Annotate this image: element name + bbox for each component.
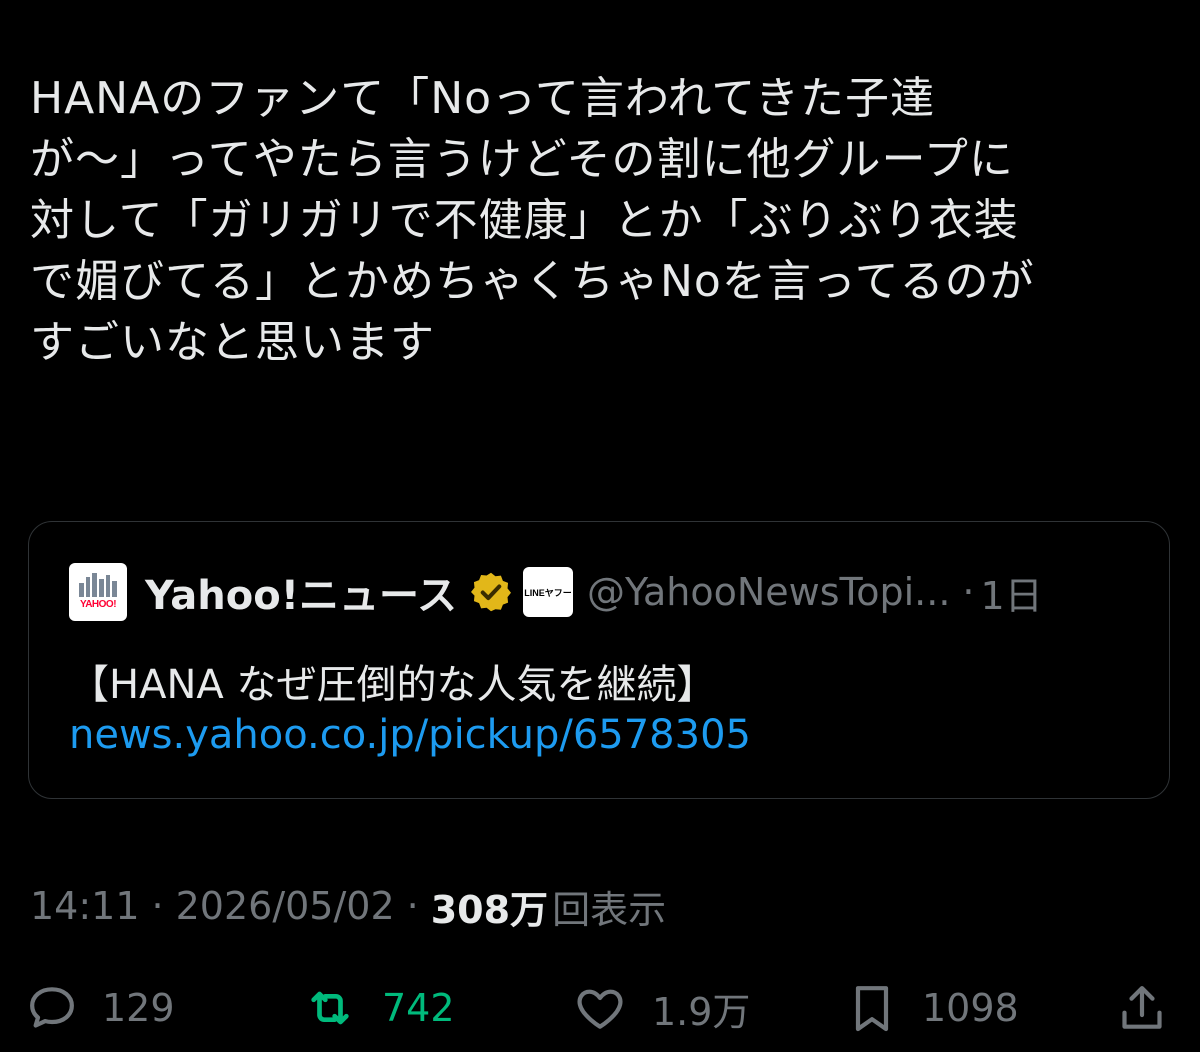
bookmark-icon — [855, 986, 889, 1032]
tweet-text-line: すごいなと思います — [30, 317, 435, 368]
quote-display-name[interactable]: Yahoo!ニュース — [145, 563, 457, 621]
retweet-count: 742 — [382, 986, 455, 1030]
avatar-logo-text: YAHOO! — [79, 599, 117, 610]
tweet-text-line: で媚びてる」とかめちゃくちゃNoを言ってるのが — [30, 256, 1035, 307]
quote-tweet-card[interactable]: YAHOO! Yahoo!ニュース LINEヤフー @YahooNewsTopi… — [28, 521, 1170, 799]
tweet-text: HANAのファンて「Noって言われてきた子達 が〜」ってやたら言うけどその割に他… — [30, 68, 1160, 373]
like-button[interactable]: 1.9万 — [570, 975, 750, 1041]
share-button[interactable] — [1114, 975, 1170, 1041]
separator-dot: · — [151, 884, 164, 928]
views-label: 回表示 — [552, 887, 667, 932]
reply-button[interactable]: 129 — [24, 975, 175, 1041]
action-bar: 129 742 1.9万 1098 — [24, 975, 1174, 1041]
verified-badge-icon — [470, 572, 511, 612]
avatar-graphic — [79, 573, 118, 597]
quote-title: 【HANA なぜ圧倒的な人気を継続】 — [69, 662, 717, 708]
affiliate-badge[interactable]: LINEヤフー — [522, 567, 573, 617]
bookmark-button[interactable]: 1098 — [844, 975, 1019, 1041]
separator-dot: · — [406, 884, 419, 928]
tweet-meta: 14:11 · 2026/05/02 · 308万 回表示 — [30, 878, 666, 934]
tweet-text-line: 対して「ガリガリで不健康」とか「ぶりぶり衣装 — [30, 195, 1019, 246]
tweet-text-line: HANAのファンて「Noって言われてきた子達 — [30, 73, 935, 124]
share-upload-icon — [1122, 986, 1162, 1029]
heart-icon — [577, 989, 623, 1029]
tweet-text-line: が〜」ってやたら言うけどその割に他グループに — [30, 134, 1014, 185]
tweet-time[interactable]: 14:11 — [30, 884, 140, 928]
reply-count: 129 — [102, 986, 175, 1030]
speech-bubble-icon — [30, 987, 74, 1028]
retweet-button[interactable]: 742 — [300, 975, 455, 1041]
quote-link[interactable]: news.yahoo.co.jp/pickup/6578305 — [69, 712, 751, 758]
like-count: 1.9万 — [652, 989, 751, 1034]
bookmark-count: 1098 — [922, 986, 1019, 1030]
separator-dot: · — [962, 570, 975, 614]
quote-timestamp[interactable]: 1日 — [981, 565, 1043, 620]
avatar[interactable]: YAHOO! — [69, 563, 127, 621]
views-count: 308万 — [430, 887, 549, 932]
tweet-date[interactable]: 2026/05/02 — [176, 884, 395, 928]
quote-header: YAHOO! Yahoo!ニュース LINEヤフー @YahooNewsTopi… — [69, 562, 1149, 622]
affiliate-badge-text: LINEヤフー — [524, 587, 572, 598]
retweet-arrows-icon — [311, 991, 349, 1025]
quote-handle[interactable]: @YahooNewsTopi... — [587, 570, 950, 614]
